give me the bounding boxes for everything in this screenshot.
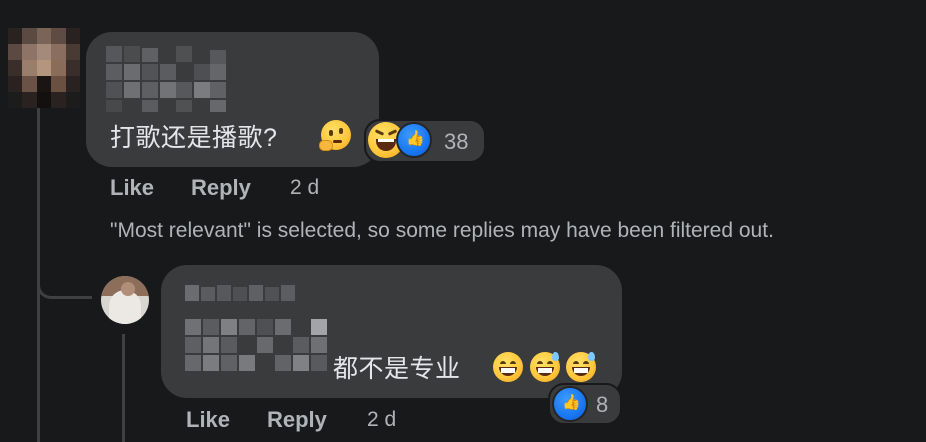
commenter-name-redacted[interactable] [106,46,236,112]
sweat-smile-emoji [530,352,560,382]
reply-avatar[interactable] [101,276,149,324]
reply-like-button[interactable]: Like [186,407,230,433]
thinking-face-emoji [319,120,351,151]
reply-name-redacted[interactable] [185,285,297,301]
reply-text-redacted [185,319,335,383]
reply-reactions[interactable]: 👍 8 [548,383,622,425]
like-button[interactable]: Like [110,175,154,201]
thumbs-up-icon: 👍 [396,122,432,158]
reaction-count: 38 [444,129,469,154]
thread-line-reply [122,334,125,442]
reply-reply-button[interactable]: Reply [267,407,327,433]
reply-timestamp[interactable]: 2 d [367,408,396,432]
thread-line-branch [37,250,92,299]
sweat-smile-emoji [566,352,596,382]
commenter-avatar[interactable] [8,28,80,108]
grinning-emoji [493,352,523,382]
comment-timestamp[interactable]: 2 d [290,176,319,200]
reaction-count: 8 [596,392,609,417]
comment-reactions[interactable]: 👍 38 [364,119,486,163]
comment-text: 打歌还是播歌? [110,124,278,152]
thumbs-up-icon: 👍 [552,386,588,422]
reply-text: 都不是专业 [333,355,461,383]
filter-notice: "Most relevant" is selected, so some rep… [110,219,774,242]
reply-button[interactable]: Reply [191,175,251,201]
